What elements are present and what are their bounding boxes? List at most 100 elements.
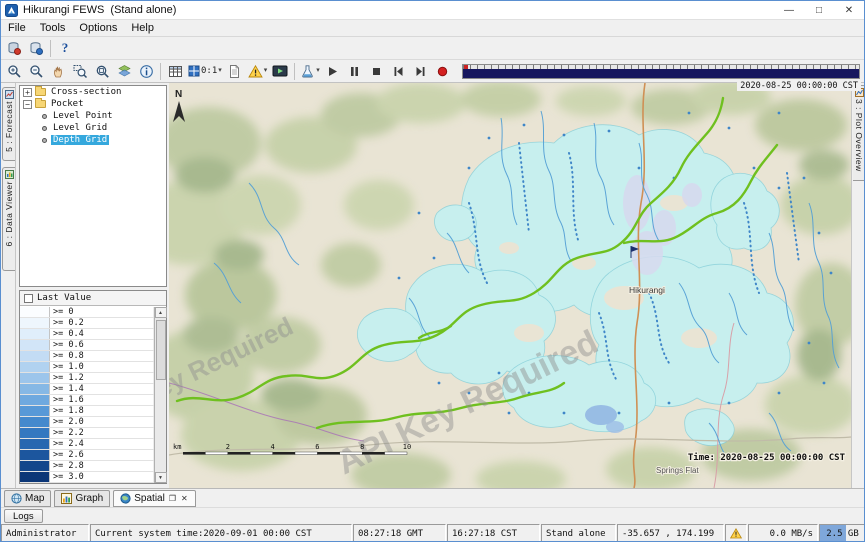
layers-button[interactable] bbox=[113, 61, 135, 81]
tree-item-pocket[interactable]: − Pocket bbox=[20, 98, 166, 110]
legend-row: >= 2.4 bbox=[20, 439, 154, 450]
warning-icon bbox=[248, 64, 263, 79]
tab-graph[interactable]: Graph bbox=[54, 490, 110, 507]
scale-value: 0:1 bbox=[201, 66, 217, 76]
legend-scrollbar[interactable]: ▲ ▼ bbox=[154, 307, 166, 483]
map-canvas[interactable]: API Key Required API Key Required N km bbox=[169, 83, 851, 488]
stop-button[interactable] bbox=[366, 61, 388, 81]
node-bullet-icon bbox=[42, 126, 47, 131]
play-button[interactable] bbox=[322, 61, 344, 81]
tree-item-level-point[interactable]: Level Point bbox=[20, 110, 166, 122]
legend-swatch bbox=[20, 340, 50, 350]
toolbar-separator bbox=[294, 63, 295, 80]
report-button[interactable] bbox=[224, 61, 246, 81]
status-coordinates: -35.657 , 174.199 bbox=[617, 524, 724, 542]
legend-row: >= 3.0 bbox=[20, 472, 154, 483]
scale-select-dropdown[interactable]: 0:1 ▾ bbox=[186, 61, 224, 81]
status-system-time: Current system time:2020-09-01 00:00 CST bbox=[90, 524, 352, 542]
menu-help[interactable]: Help bbox=[124, 20, 161, 36]
legend-row: >= 1.4 bbox=[20, 384, 154, 395]
timeline-slider[interactable] bbox=[462, 64, 860, 79]
legend-swatch bbox=[20, 472, 50, 482]
seek-start-icon bbox=[392, 65, 405, 78]
app-logo-icon[interactable] bbox=[5, 4, 18, 17]
tree-item-cross-section[interactable]: + Cross-section bbox=[20, 86, 166, 98]
tree-item-label-selected: Depth Grid bbox=[51, 135, 109, 145]
profile-tool-dropdown[interactable]: ▾ bbox=[298, 61, 322, 81]
tab-spatial[interactable]: Spatial ❐ ✕ bbox=[113, 490, 195, 507]
map-viewport[interactable]: API Key Required API Key Required N km bbox=[169, 83, 851, 488]
menu-tools[interactable]: Tools bbox=[33, 20, 73, 36]
logs-bar: Logs bbox=[1, 507, 865, 524]
help-icon: ? bbox=[62, 40, 69, 56]
scroll-down-icon[interactable]: ▼ bbox=[155, 472, 167, 483]
document-icon bbox=[227, 64, 242, 79]
pause-button[interactable] bbox=[344, 61, 366, 81]
zoom-in-button[interactable] bbox=[3, 61, 25, 81]
legend-swatch bbox=[20, 351, 50, 361]
pane-close-icon[interactable]: ✕ bbox=[180, 495, 189, 503]
step-back-button[interactable] bbox=[388, 61, 410, 81]
scale-unit-label: km bbox=[173, 443, 181, 451]
status-warning[interactable] bbox=[725, 524, 747, 542]
svg-text:4: 4 bbox=[270, 443, 274, 451]
folder-icon bbox=[35, 88, 46, 96]
grid-display-button[interactable] bbox=[164, 61, 186, 81]
legend-row: >= 0.8 bbox=[20, 351, 154, 362]
data-viewer-tab-icon bbox=[5, 170, 14, 179]
help-button[interactable]: ? bbox=[54, 38, 76, 58]
info-button[interactable] bbox=[135, 61, 157, 81]
minimize-button[interactable]: — bbox=[774, 1, 804, 19]
seek-end-icon bbox=[414, 65, 427, 78]
pause-icon bbox=[348, 65, 361, 78]
animation-button[interactable] bbox=[269, 61, 291, 81]
left-tab-strip: 5 : Forecast 6 : Data Viewer bbox=[1, 83, 16, 488]
legend-row: >= 1.6 bbox=[20, 395, 154, 406]
window-title: Hikurangi FEWS (Stand alone) bbox=[23, 4, 176, 16]
archive-icon bbox=[29, 41, 43, 55]
tree-item-depth-grid[interactable]: Depth Grid bbox=[20, 134, 166, 146]
tab-forecast[interactable]: 5 : Forecast bbox=[2, 87, 15, 161]
menu-file[interactable]: File bbox=[1, 20, 33, 36]
layers-icon bbox=[117, 64, 132, 79]
legend-title: Last Value bbox=[37, 293, 91, 303]
tab-plot-overview[interactable]: 3 : Plot Overview bbox=[853, 85, 865, 181]
zoom-extent-icon bbox=[95, 64, 110, 79]
collapse-minus-icon[interactable]: − bbox=[23, 100, 32, 109]
database-button[interactable] bbox=[3, 38, 25, 58]
tab-plot-overview-label: 3 : Plot Overview bbox=[854, 99, 864, 172]
record-button[interactable] bbox=[432, 61, 454, 81]
node-bullet-icon bbox=[42, 114, 47, 119]
spatial-globe-icon bbox=[120, 493, 131, 504]
tree-item-level-grid[interactable]: Level Grid bbox=[20, 122, 166, 134]
legend-swatch bbox=[20, 362, 50, 372]
close-button[interactable]: ✕ bbox=[834, 1, 864, 19]
zoom-extent-button[interactable] bbox=[91, 61, 113, 81]
warnings-dropdown[interactable]: ▾ bbox=[246, 61, 270, 81]
legend-row: >= 2.0 bbox=[20, 417, 154, 428]
zoom-rectangle-button[interactable] bbox=[69, 61, 91, 81]
tab-data-viewer[interactable]: 6 : Data Viewer bbox=[2, 167, 15, 271]
legend-swatch bbox=[20, 461, 50, 471]
legend-swatch bbox=[20, 417, 50, 427]
data-viewer-panel: + Cross-section − Pocket Level Point Lev… bbox=[17, 83, 169, 488]
last-value-checkbox[interactable] bbox=[24, 294, 33, 303]
menu-options[interactable]: Options bbox=[72, 20, 124, 36]
scroll-up-icon[interactable]: ▲ bbox=[155, 307, 167, 318]
pan-button[interactable] bbox=[47, 61, 69, 81]
logs-button[interactable]: Logs bbox=[4, 509, 43, 523]
legend-row: >= 0 bbox=[20, 307, 154, 318]
maximize-button[interactable]: □ bbox=[804, 1, 834, 19]
legend-swatch bbox=[20, 395, 50, 405]
zoom-out-button[interactable] bbox=[25, 61, 47, 81]
pan-hand-icon bbox=[51, 64, 66, 79]
step-forward-button[interactable] bbox=[410, 61, 432, 81]
scroll-thumb[interactable] bbox=[156, 320, 166, 380]
tree-item-label: Level Point bbox=[51, 111, 115, 121]
tab-map[interactable]: Map bbox=[4, 490, 51, 507]
pane-maximize-icon[interactable]: ❐ bbox=[168, 495, 177, 503]
chart-icon bbox=[61, 493, 72, 504]
legend-swatch bbox=[20, 439, 50, 449]
archive-button[interactable] bbox=[25, 38, 47, 58]
expand-plus-icon[interactable]: + bbox=[23, 88, 32, 97]
